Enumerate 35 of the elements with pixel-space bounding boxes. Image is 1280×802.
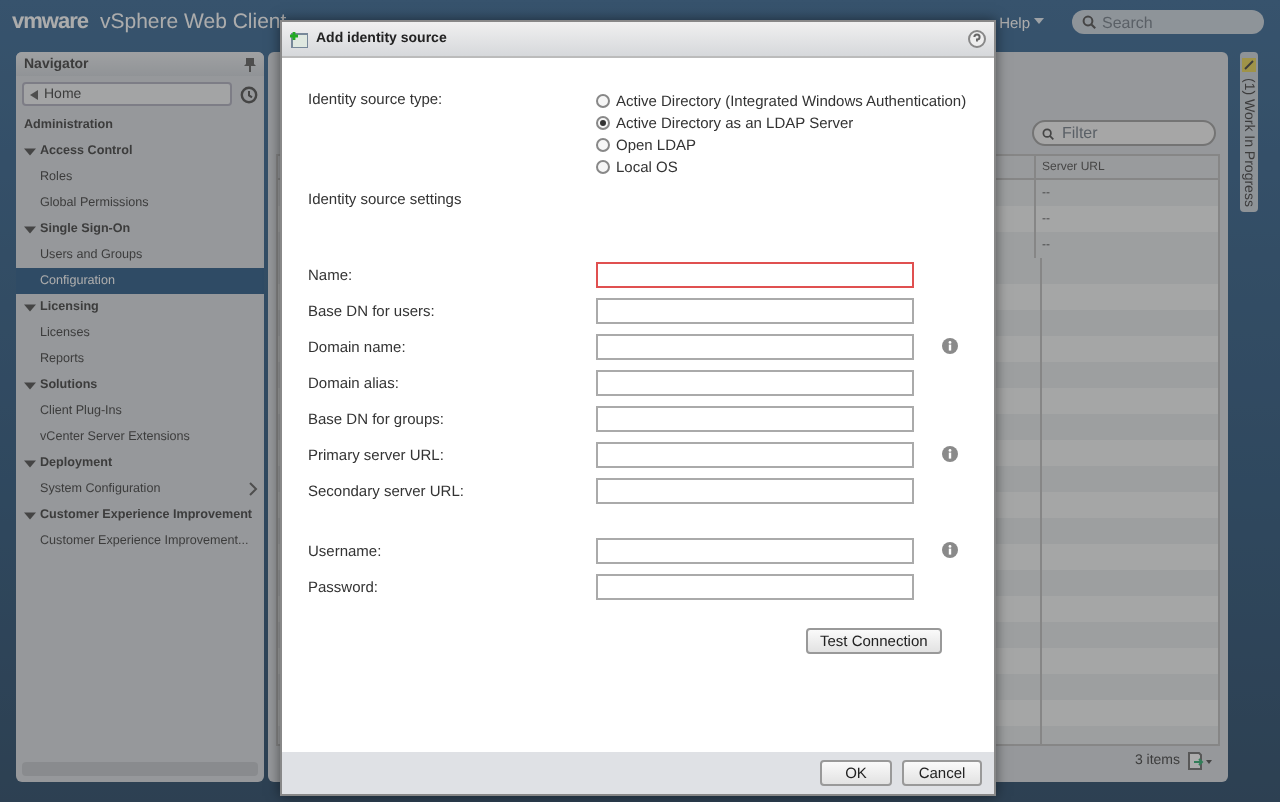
search-icon bbox=[1042, 127, 1054, 139]
logo: vmware bbox=[12, 10, 88, 34]
history-icon[interactable] bbox=[240, 85, 258, 103]
radio-button[interactable] bbox=[596, 137, 610, 151]
filter-field[interactable]: Filter bbox=[1032, 120, 1216, 146]
caret-icon bbox=[24, 509, 36, 521]
caret-icon bbox=[24, 457, 36, 469]
input-field[interactable] bbox=[596, 441, 914, 467]
caret-icon bbox=[24, 223, 36, 235]
radio-button[interactable] bbox=[596, 159, 610, 173]
caret-icon bbox=[24, 145, 36, 157]
input-field[interactable] bbox=[596, 477, 914, 503]
back-icon bbox=[30, 89, 38, 99]
pencil-icon bbox=[1241, 58, 1255, 72]
input-field[interactable] bbox=[596, 261, 914, 287]
add-source-icon bbox=[290, 31, 308, 47]
radio-button[interactable] bbox=[596, 115, 610, 129]
input-field[interactable] bbox=[596, 333, 914, 359]
input-field[interactable] bbox=[596, 537, 914, 563]
input-field[interactable] bbox=[596, 369, 914, 395]
caret-icon bbox=[24, 379, 36, 391]
chevron-right-icon bbox=[248, 482, 258, 496]
input-field[interactable] bbox=[596, 297, 914, 323]
info-icon[interactable] bbox=[941, 542, 957, 558]
export-icon[interactable] bbox=[1188, 751, 1212, 769]
input-field[interactable] bbox=[596, 405, 914, 431]
search-icon bbox=[1082, 15, 1096, 29]
pin-icon[interactable] bbox=[244, 57, 256, 71]
caret-icon bbox=[1034, 18, 1044, 26]
info-icon[interactable] bbox=[941, 446, 957, 462]
radio-button[interactable] bbox=[596, 93, 610, 107]
info-icon[interactable] bbox=[941, 338, 957, 354]
input-field[interactable] bbox=[596, 573, 914, 599]
help-icon[interactable] bbox=[968, 30, 986, 48]
caret-icon bbox=[24, 301, 36, 313]
